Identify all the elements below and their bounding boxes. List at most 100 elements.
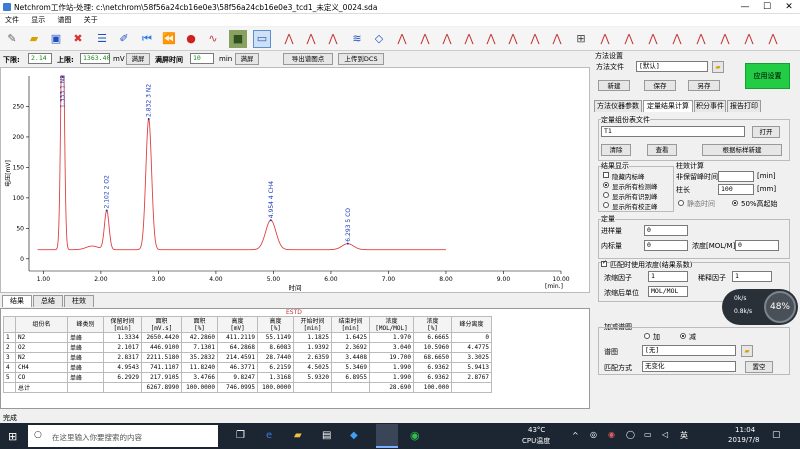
store-icon[interactable]: ▤ — [322, 430, 331, 441]
saveas-method-button[interactable]: 另存 — [688, 80, 720, 91]
conc-unit-input[interactable]: MOL/MOL — [648, 286, 688, 297]
method-folder-icon[interactable]: ▰ — [712, 61, 724, 73]
display-detected-radio[interactable] — [603, 182, 609, 188]
table-row[interactable]: 2 O2 单峰 2.1017 446.9100 7.1301 64.2868 8.6083 1.… — [3, 342, 492, 353]
table-row[interactable]: 4 CH4 单峰 4.9543 741.1107 11.8240 46.3771 6.2159… — [3, 362, 492, 373]
conc-input[interactable]: 0 — [735, 240, 779, 251]
conc-factor-input[interactable]: 1 — [648, 271, 688, 282]
first-icon[interactable]: ⏮ — [138, 30, 156, 48]
display-identified-radio[interactable] — [603, 192, 609, 198]
menu-display[interactable]: 显示 — [26, 14, 50, 26]
peak-tool-12-icon[interactable]: ⋀ — [526, 30, 544, 48]
peak-tool-18-icon[interactable]: ⋀ — [668, 30, 686, 48]
prev-icon[interactable]: ⏪ — [160, 30, 178, 48]
open-folder-icon[interactable]: ▰ — [25, 30, 43, 48]
method-file-input[interactable]: [默认] — [636, 61, 708, 72]
app-icon-1[interactable]: ◆ — [350, 430, 358, 441]
peak-tool-11-icon[interactable]: ⋀ — [504, 30, 522, 48]
col-header-3[interactable]: 保留时间 [min] — [103, 316, 142, 333]
add-radio[interactable] — [644, 333, 650, 339]
open-button[interactable]: 打开 — [752, 126, 780, 138]
peak-tool-10-icon[interactable]: ⋀ — [482, 30, 500, 48]
col-header-11[interactable]: 浓度 [%] — [413, 316, 452, 333]
peak-tool-3-icon[interactable]: ⋀ — [324, 30, 342, 48]
save-icon[interactable]: ▣ — [47, 30, 65, 48]
tab-integration-events[interactable]: 积分事件 — [694, 100, 726, 112]
peak-apex-marker[interactable] — [147, 117, 150, 120]
peak-apex-marker[interactable] — [61, 76, 64, 78]
task-view-icon[interactable]: ❐ — [236, 430, 245, 441]
tray-icon-2[interactable]: ◉ — [608, 430, 615, 439]
hide-istd-checkbox[interactable] — [603, 172, 609, 178]
col-header-2[interactable]: 峰类别 — [67, 316, 104, 333]
spectrum-input[interactable]: [无] — [642, 345, 736, 356]
volume-icon[interactable]: ◁ — [662, 430, 668, 439]
close-button[interactable]: ✕ — [778, 0, 800, 14]
table-row[interactable]: 5 CO 单峰 6.2929 217.9105 3.4766 9.8247 1.3168 5.9… — [3, 372, 492, 383]
col-header-9[interactable]: 结束时间 [min] — [331, 316, 370, 333]
green-square-icon[interactable]: ■ — [229, 30, 247, 48]
sample-input[interactable]: 0 — [644, 225, 688, 236]
peak-tool-9-icon[interactable]: ⋀ — [460, 30, 478, 48]
upload-dcs-button[interactable]: 上传到DCS — [338, 53, 384, 65]
network-icon[interactable]: ▭ — [644, 430, 652, 439]
tab-summary[interactable]: 总结 — [33, 295, 63, 307]
peak-tool-1-icon[interactable]: ⋀ — [280, 30, 298, 48]
col-header-10[interactable]: 浓度 [MOL/MOL] — [369, 316, 414, 333]
col-header-7[interactable]: 高度 [%] — [257, 316, 294, 333]
record-icon[interactable]: ● — [182, 30, 200, 48]
clear-button[interactable]: 清除 — [601, 144, 631, 156]
netchrom-taskbar-icon[interactable] — [376, 424, 398, 448]
new-method-button[interactable]: 新建 — [598, 80, 630, 91]
peak-tool-7-icon[interactable]: ⋀ — [416, 30, 434, 48]
static-time-radio[interactable] — [678, 200, 684, 206]
total-row[interactable]: 总计 6267.8990 100.0000 746.0995 100.0000 28.69… — [3, 382, 492, 393]
peak-tool-14-icon[interactable]: ⊞ — [572, 30, 590, 48]
tools-icon[interactable]: ✎ — [3, 30, 21, 48]
ime-icon[interactable]: 英 — [680, 430, 688, 441]
peak-tool-8-icon[interactable]: ⋀ — [438, 30, 456, 48]
menu-spectrum[interactable]: 谱图 — [52, 14, 76, 26]
quant-file-input[interactable]: T1 — [601, 126, 745, 137]
reset-button[interactable]: 置空 — [745, 361, 773, 373]
peak-tool-15-icon[interactable]: ⋀ — [596, 30, 614, 48]
peak-apex-marker[interactable] — [105, 209, 108, 212]
peak-tool-5-icon[interactable]: ◇ — [370, 30, 388, 48]
match-select[interactable]: 无变化 — [642, 361, 736, 372]
windows-start-icon[interactable]: ⊞ — [8, 430, 17, 443]
col-header-1[interactable]: 组份名 — [15, 316, 68, 333]
col-header-12[interactable]: 峰分离度 — [451, 316, 492, 333]
col-header-6[interactable]: 高度 [mV] — [217, 316, 258, 333]
search-box[interactable]: ○ 在这里输入你要搜索的内容 — [28, 425, 218, 447]
tab-column-efficiency[interactable]: 柱效 — [64, 295, 94, 307]
peak-tool-20-icon[interactable]: ⋀ — [716, 30, 734, 48]
delete-icon[interactable]: ✖ — [69, 30, 87, 48]
upper-input[interactable]: 1363.40 — [80, 53, 110, 64]
tray-icon-3[interactable]: ◯ — [626, 430, 635, 439]
results-table[interactable]: 组份名 峰类别 保留时间 [min] 面积 [mV.s] 面积 [%] 高度 [mV] 高度… — [3, 316, 492, 393]
maximize-button[interactable]: ☐ — [756, 0, 778, 14]
half-peak-radio[interactable] — [732, 200, 738, 206]
dilute-input[interactable]: 1 — [732, 271, 772, 282]
table-row[interactable]: 1 N2 单峰 1.3334 2650.4420 42.2860 411.2119 55.11… — [3, 332, 492, 343]
spectrum-folder-icon[interactable]: ▰ — [741, 345, 753, 357]
view-button[interactable]: 查看 — [647, 144, 677, 156]
peak-apex-marker[interactable] — [269, 219, 272, 222]
peak-tool-21-icon[interactable]: ⋀ — [740, 30, 758, 48]
explorer-icon[interactable]: ▰ — [294, 430, 302, 441]
chromatogram-icon[interactable]: ∿ — [204, 30, 222, 48]
edge-icon[interactable]: e — [266, 430, 272, 441]
col-header-4[interactable]: 面积 [mV.s] — [141, 316, 182, 333]
tray-up-icon[interactable]: ^ — [572, 431, 579, 440]
peak-tool-17-icon[interactable]: ⋀ — [644, 30, 662, 48]
peak-tool-16-icon[interactable]: ⋀ — [620, 30, 638, 48]
peak-apex-marker[interactable] — [346, 242, 349, 245]
export-points-button[interactable]: 导出谱图点 — [283, 53, 333, 65]
tab-quant-calc[interactable]: 定量结果计算 — [643, 100, 693, 112]
menu-file[interactable]: 文件 — [0, 14, 24, 26]
peak-tool-22-icon[interactable]: ⋀ — [764, 30, 782, 48]
col-header-0[interactable] — [3, 316, 16, 333]
factor-checkbox[interactable] — [601, 259, 607, 267]
tray-icon-1[interactable]: ◎ — [590, 430, 597, 439]
istd-input[interactable]: 0 — [644, 240, 688, 251]
